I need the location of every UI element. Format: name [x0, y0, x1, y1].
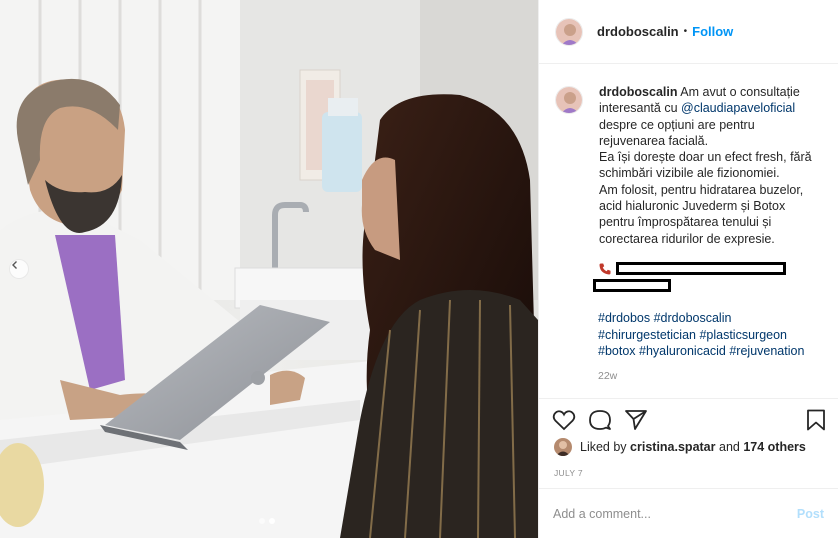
hashtag-link[interactable]: #rejuvenation: [729, 344, 804, 358]
carousel-dot: [259, 518, 265, 524]
post-age[interactable]: 22w: [598, 370, 617, 382]
header-username[interactable]: drdoboscalin: [597, 24, 679, 39]
comment-icon: [589, 410, 611, 430]
post-photo[interactable]: [0, 0, 538, 538]
avatar-image: [554, 438, 572, 456]
photo-illustration: [0, 0, 538, 538]
save-button[interactable]: [806, 409, 826, 434]
mention-link[interactable]: @claudiapaveloficial: [681, 101, 795, 115]
post-header: drdoboscalin • Follow: [539, 0, 838, 64]
share-button[interactable]: [624, 409, 648, 434]
chevron-left-icon: [12, 261, 17, 269]
phone-icon: [599, 263, 611, 275]
hashtags: #drdobos #drdoboscalin #chirurgesteticia…: [598, 310, 828, 360]
comment-form: Post: [538, 488, 838, 538]
comment-button[interactable]: [588, 409, 612, 434]
hashtag-link[interactable]: #drdoboscalin: [654, 311, 732, 325]
carousel-prev-button[interactable]: [9, 259, 29, 279]
redacted-block: [616, 262, 786, 275]
hashtag-link[interactable]: #drdobos: [598, 311, 650, 325]
caption-line: Ea își dorește doar un efect fresh, fără: [599, 150, 812, 165]
caption-line: Am folosit, pentru hidratarea buzelor,: [599, 182, 804, 197]
caption-line: corectarea ridurilor de expresie.: [599, 231, 775, 246]
post-date: JULY 7: [554, 468, 583, 478]
caption-line: schimbări vizibile ale fizionomiei.: [599, 166, 780, 181]
caption-line: acid hialuronic Juvederm și Botox: [599, 199, 786, 214]
avatar-image: [556, 87, 582, 113]
hashtag-link[interactable]: #hyaluronicacid: [639, 344, 726, 358]
liker-avatar[interactable]: [554, 438, 572, 456]
caption-line: rejuvenarea facială.: [599, 133, 709, 148]
caption: drdoboscalin Am avut o consultație inter…: [555, 84, 831, 247]
likes-others-link[interactable]: 174 others: [743, 440, 806, 454]
carousel-indicator: [259, 518, 275, 524]
redacted-block: [593, 279, 671, 292]
follow-button[interactable]: Follow: [692, 24, 733, 39]
like-button[interactable]: [552, 409, 576, 434]
caption-username[interactable]: drdoboscalin: [599, 85, 677, 99]
liker-username[interactable]: cristina.spatar: [630, 440, 715, 454]
instagram-post: drdoboscalin • Follow drdoboscalin Am av…: [0, 0, 838, 538]
likes-prefix: Liked by: [580, 440, 627, 454]
likes-summary: Liked by cristina.spatar and 174 others: [554, 438, 806, 456]
separator-dot: •: [683, 26, 688, 37]
avatar-image: [556, 18, 582, 45]
heart-icon: [552, 410, 576, 431]
bookmark-icon: [807, 409, 825, 431]
caption-line: interesantă cu: [599, 101, 678, 116]
caption-line: Am avut o consultație: [680, 85, 800, 99]
share-icon: [625, 410, 647, 430]
hashtag-link[interactable]: #chirurgestetician: [598, 328, 696, 342]
caption-avatar[interactable]: [555, 86, 583, 114]
avatar[interactable]: [555, 17, 583, 46]
caption-line: pentru împrospătarea tenului și: [599, 215, 772, 230]
hashtag-link[interactable]: #plasticsurgeon: [699, 328, 787, 342]
carousel-dot-active: [269, 518, 275, 524]
caption-text: drdoboscalin Am avut o consultație inter…: [599, 84, 831, 247]
post-comment-button[interactable]: Post: [797, 507, 824, 521]
comment-input[interactable]: [553, 506, 797, 521]
contact-line: [598, 262, 612, 279]
likes-and: and: [719, 440, 740, 454]
caption-line: despre ce opțiuni are pentru: [599, 117, 755, 132]
hashtag-link[interactable]: #botox: [598, 344, 636, 358]
action-bar: [538, 398, 838, 442]
